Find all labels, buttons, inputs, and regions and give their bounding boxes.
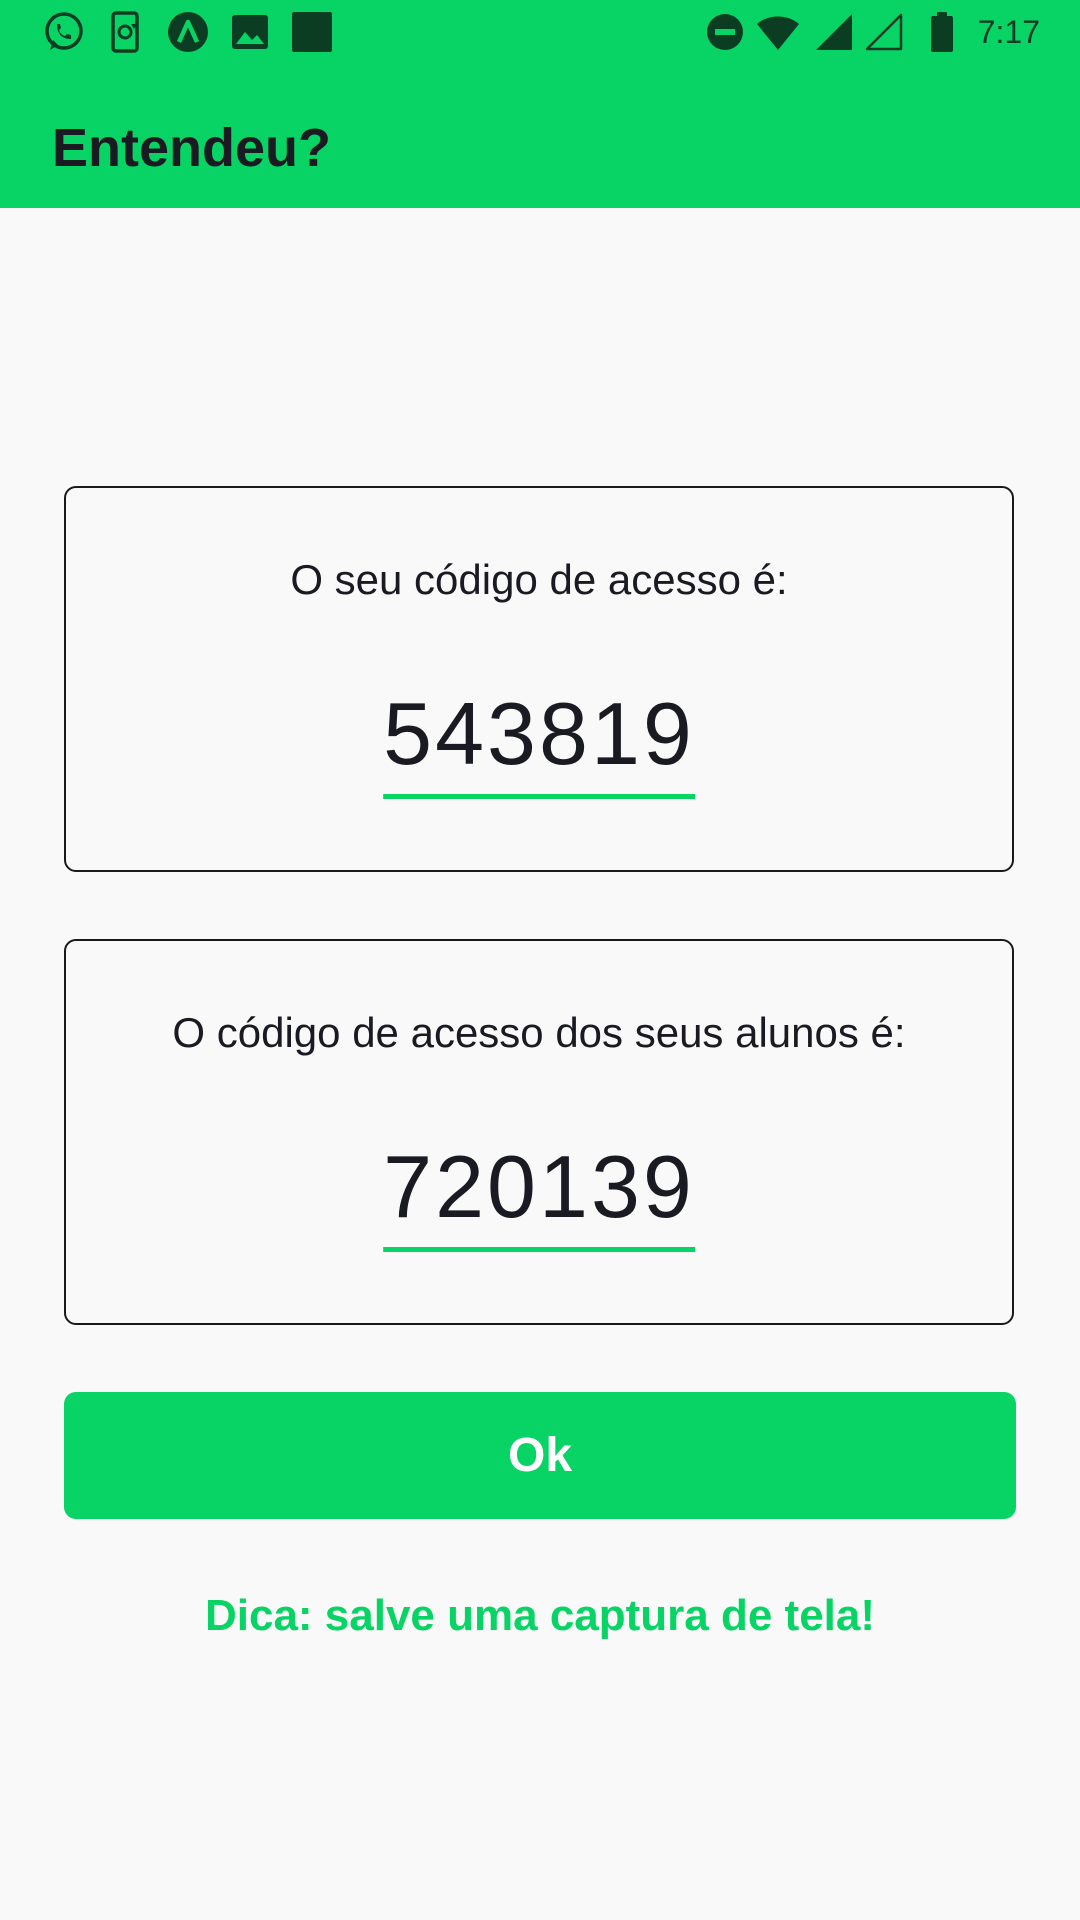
- students-code-value: 720139: [383, 1137, 695, 1252]
- status-time: 7:17: [977, 14, 1040, 50]
- students-code-label: O código de acesso dos seus alunos é:: [172, 1009, 906, 1056]
- battery-icon: [920, 10, 964, 54]
- whatsapp-icon: [42, 10, 86, 54]
- phone-sync-icon: [104, 10, 148, 54]
- ok-button[interactable]: Ok: [64, 1392, 1016, 1519]
- access-code-card: O seu código de acesso é: 543819: [64, 486, 1014, 872]
- tip-text: Dica: salve uma captura de tela!: [204, 1591, 876, 1640]
- status-bar: 7:17: [0, 0, 1080, 64]
- square-app-icon: [290, 10, 334, 54]
- access-code-value: 543819: [383, 684, 695, 799]
- signal-icon: [812, 10, 856, 54]
- wifi-icon: [756, 10, 800, 54]
- page-title: Entendeu?: [52, 118, 331, 178]
- app-a-icon: [166, 10, 210, 54]
- students-code-card: O código de acesso dos seus alunos é: 72…: [64, 939, 1014, 1325]
- signal-empty-icon: [862, 10, 906, 54]
- image-icon: [228, 10, 272, 54]
- access-code-label: O seu código de acesso é:: [290, 556, 788, 603]
- do-not-disturb-icon: [703, 10, 747, 54]
- app-bar: 7:17 Entendeu?: [0, 0, 1080, 208]
